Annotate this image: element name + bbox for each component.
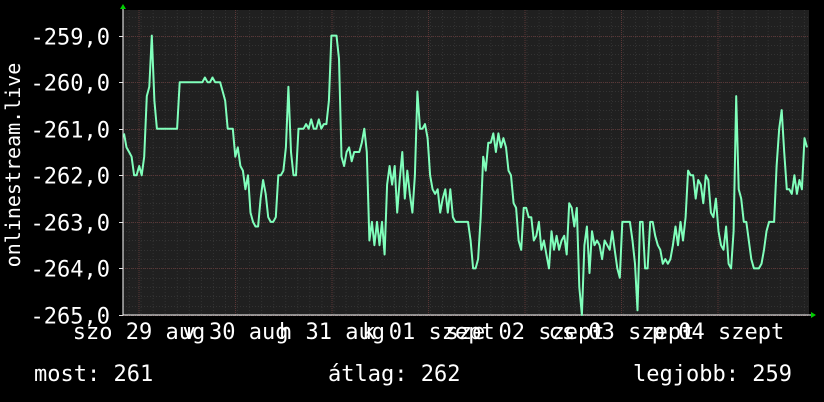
x-tick-labels: szo 29 augv 30 augh 31 augk 01 szeptsze … (73, 320, 784, 345)
y-tick-label: -259,0 (31, 26, 110, 51)
y-tick-label: -261,0 (31, 119, 110, 144)
legend-average-value: 262 (420, 362, 461, 387)
y-axis-arrow (120, 4, 126, 9)
y-tick-label: -264,0 (31, 258, 110, 283)
legend-best-label: legjobb: (633, 362, 739, 387)
legend-current-value: 261 (113, 362, 154, 387)
line-chart: -259,0-260,0-261,0-262,0-263,0-264,0-265… (1, 4, 816, 345)
legend-best-value: 259 (752, 362, 792, 387)
y-tick-label: -263,0 (31, 212, 110, 237)
legend-average-label: átlag: (328, 362, 408, 387)
chart-container: -259,0 -260,0 -261,0 -262,0 -263,0 -264,0 -265… (0, 0, 824, 402)
y-tick-label: -262,0 (31, 165, 110, 190)
legend-average: átlag: 262 (328, 362, 460, 387)
legend-current: most: 261 (34, 362, 153, 387)
x-axis-arrow (811, 312, 816, 318)
legend-best: legjobb: 259 (633, 362, 792, 387)
x-tick-label: v 30 aug (183, 320, 289, 345)
y-tick-label: -260,0 (31, 72, 110, 97)
y-tick-labels: -259,0-260,0-261,0-262,0-263,0-264,0-265… (31, 26, 110, 330)
y-axis-label: onlinestream.live (1, 63, 25, 268)
legend-current-label: most: (34, 362, 101, 387)
x-tick-label: p 04 szept (652, 320, 784, 345)
